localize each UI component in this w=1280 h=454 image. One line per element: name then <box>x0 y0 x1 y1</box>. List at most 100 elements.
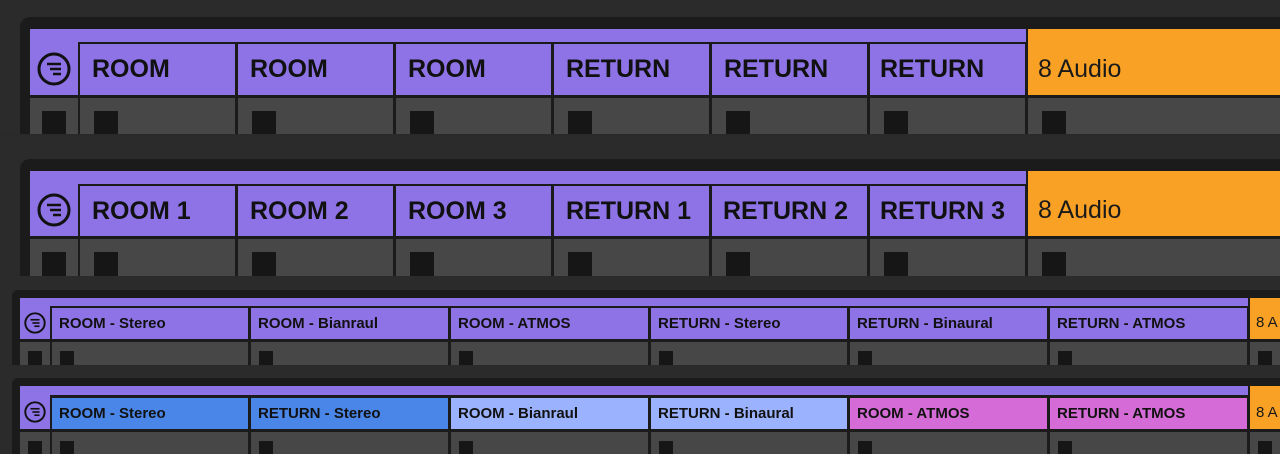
track-header[interactable]: ROOM 3 <box>396 186 551 236</box>
clip-slot[interactable] <box>651 432 847 454</box>
stop-square-icon[interactable] <box>459 351 473 365</box>
clip-slot[interactable] <box>451 432 648 454</box>
track-name: ROOM - ATMOS <box>458 315 571 332</box>
group-bar[interactable] <box>30 171 1026 184</box>
audio-track-header[interactable]: 8 A <box>1250 386 1280 429</box>
track-header[interactable]: RETURN 2 <box>712 186 867 236</box>
stop-square-icon[interactable] <box>659 441 673 454</box>
group-fold-icon[interactable] <box>24 311 46 334</box>
stop-square-icon[interactable] <box>42 252 66 276</box>
track-header[interactable]: RETURN - Stereo <box>251 398 448 429</box>
stop-square-icon[interactable] <box>1258 351 1272 365</box>
track-header[interactable]: ROOM - ATMOS <box>451 308 648 339</box>
clip-slot[interactable] <box>52 432 248 454</box>
stop-square-icon[interactable] <box>252 111 276 134</box>
track-header[interactable]: RETURN 1 <box>554 186 709 236</box>
track-header[interactable]: RETURN - ATMOS <box>1050 398 1247 429</box>
track-header[interactable]: RETURN <box>870 44 1025 95</box>
stop-square-icon[interactable] <box>94 252 118 276</box>
stop-square-icon[interactable] <box>1042 252 1066 276</box>
stop-square-icon[interactable] <box>568 111 592 134</box>
track-name: RETURN <box>880 55 985 83</box>
track-name: 8 Audio <box>1038 54 1122 83</box>
stop-square-icon[interactable] <box>884 252 908 276</box>
track-header[interactable]: ROOM 1 <box>80 186 235 236</box>
group-bar[interactable] <box>20 298 1248 306</box>
group-fold-icon[interactable] <box>37 52 71 86</box>
mixer-variant-4: ROOM - Stereo RETURN - Stereo ROOM - Bia… <box>0 366 1280 454</box>
stop-square-icon[interactable] <box>410 111 434 134</box>
clip-slot[interactable] <box>251 342 448 365</box>
group-header[interactable] <box>30 184 78 236</box>
track-name: ROOM - ATMOS <box>857 405 970 422</box>
stop-square-icon[interactable] <box>1042 111 1066 134</box>
stop-square-icon[interactable] <box>259 351 273 365</box>
track-name: RETURN - ATMOS <box>1057 405 1186 422</box>
stop-square-icon[interactable] <box>858 441 872 454</box>
track-header[interactable]: RETURN 3 <box>870 186 1025 236</box>
group-header[interactable] <box>20 306 50 339</box>
stop-square-icon[interactable] <box>1058 351 1072 365</box>
clip-slot[interactable] <box>451 342 648 365</box>
stop-square-icon[interactable] <box>1258 441 1272 454</box>
stop-square-icon[interactable] <box>60 351 74 365</box>
stop-square-icon[interactable] <box>28 441 42 454</box>
track-header[interactable]: RETURN - ATMOS <box>1050 308 1247 339</box>
track-header[interactable]: ROOM - ATMOS <box>850 398 1047 429</box>
clip-slot[interactable] <box>251 432 448 454</box>
track-name: ROOM <box>92 55 170 83</box>
stop-square-icon[interactable] <box>1058 441 1072 454</box>
track-name: ROOM - Stereo <box>59 315 166 332</box>
track-header[interactable]: RETURN <box>554 44 709 95</box>
mixer-variant-3: ROOM - Stereo ROOM - Bianraul ROOM - ATM… <box>0 277 1280 365</box>
track-header[interactable]: ROOM - Bianraul <box>251 308 448 339</box>
track-name: ROOM 2 <box>250 196 349 225</box>
clip-slot[interactable] <box>52 342 248 365</box>
track-name: ROOM 3 <box>408 196 507 225</box>
track-header[interactable]: ROOM - Stereo <box>52 308 248 339</box>
stop-square-icon[interactable] <box>726 111 750 134</box>
stop-square-icon[interactable] <box>858 351 872 365</box>
group-bar[interactable] <box>30 29 1026 42</box>
group-fold-icon[interactable] <box>24 401 46 423</box>
stop-square-icon[interactable] <box>42 111 66 134</box>
stop-square-icon[interactable] <box>884 111 908 134</box>
clip-slot[interactable] <box>1050 432 1247 454</box>
track-header[interactable]: ROOM <box>396 44 551 95</box>
audio-track-header[interactable]: 8 A <box>1250 298 1280 339</box>
stop-square-icon[interactable] <box>659 351 673 365</box>
stop-square-icon[interactable] <box>726 252 750 276</box>
track-name: ROOM - Stereo <box>59 405 166 422</box>
clip-slot[interactable] <box>651 342 847 365</box>
audio-track-header[interactable]: 8 Audio <box>1028 171 1280 236</box>
group-bar[interactable] <box>20 386 1248 395</box>
track-name: RETURN <box>724 55 829 83</box>
stop-square-icon[interactable] <box>94 111 118 134</box>
stop-square-icon[interactable] <box>28 351 42 365</box>
track-name: RETURN 1 <box>566 196 692 225</box>
track-header[interactable]: ROOM 2 <box>238 186 393 236</box>
group-fold-icon[interactable] <box>37 193 71 227</box>
clip-slot[interactable] <box>850 432 1047 454</box>
track-header[interactable]: RETURN - Binaural <box>850 308 1047 339</box>
group-header[interactable] <box>30 42 78 95</box>
stop-square-icon[interactable] <box>60 441 74 454</box>
track-header[interactable]: ROOM <box>238 44 393 95</box>
track-header[interactable]: RETURN - Binaural <box>651 398 847 429</box>
track-header[interactable]: RETURN - Stereo <box>651 308 847 339</box>
clip-slot[interactable] <box>850 342 1047 365</box>
audio-track-header[interactable]: 8 Audio <box>1028 29 1280 95</box>
stop-square-icon[interactable] <box>252 252 276 276</box>
track-header[interactable]: RETURN <box>712 44 867 95</box>
stop-square-icon[interactable] <box>459 441 473 454</box>
stop-square-icon[interactable] <box>259 441 273 454</box>
clip-slot[interactable] <box>1050 342 1247 365</box>
track-name: ROOM - Bianraul <box>258 315 379 332</box>
track-header[interactable]: ROOM - Stereo <box>52 398 248 429</box>
track-name: 8 A <box>1256 404 1278 421</box>
track-header[interactable]: ROOM - Bianraul <box>451 398 648 429</box>
stop-square-icon[interactable] <box>568 252 592 276</box>
group-header[interactable] <box>20 395 50 429</box>
stop-square-icon[interactable] <box>410 252 434 276</box>
track-header[interactable]: ROOM <box>80 44 235 95</box>
